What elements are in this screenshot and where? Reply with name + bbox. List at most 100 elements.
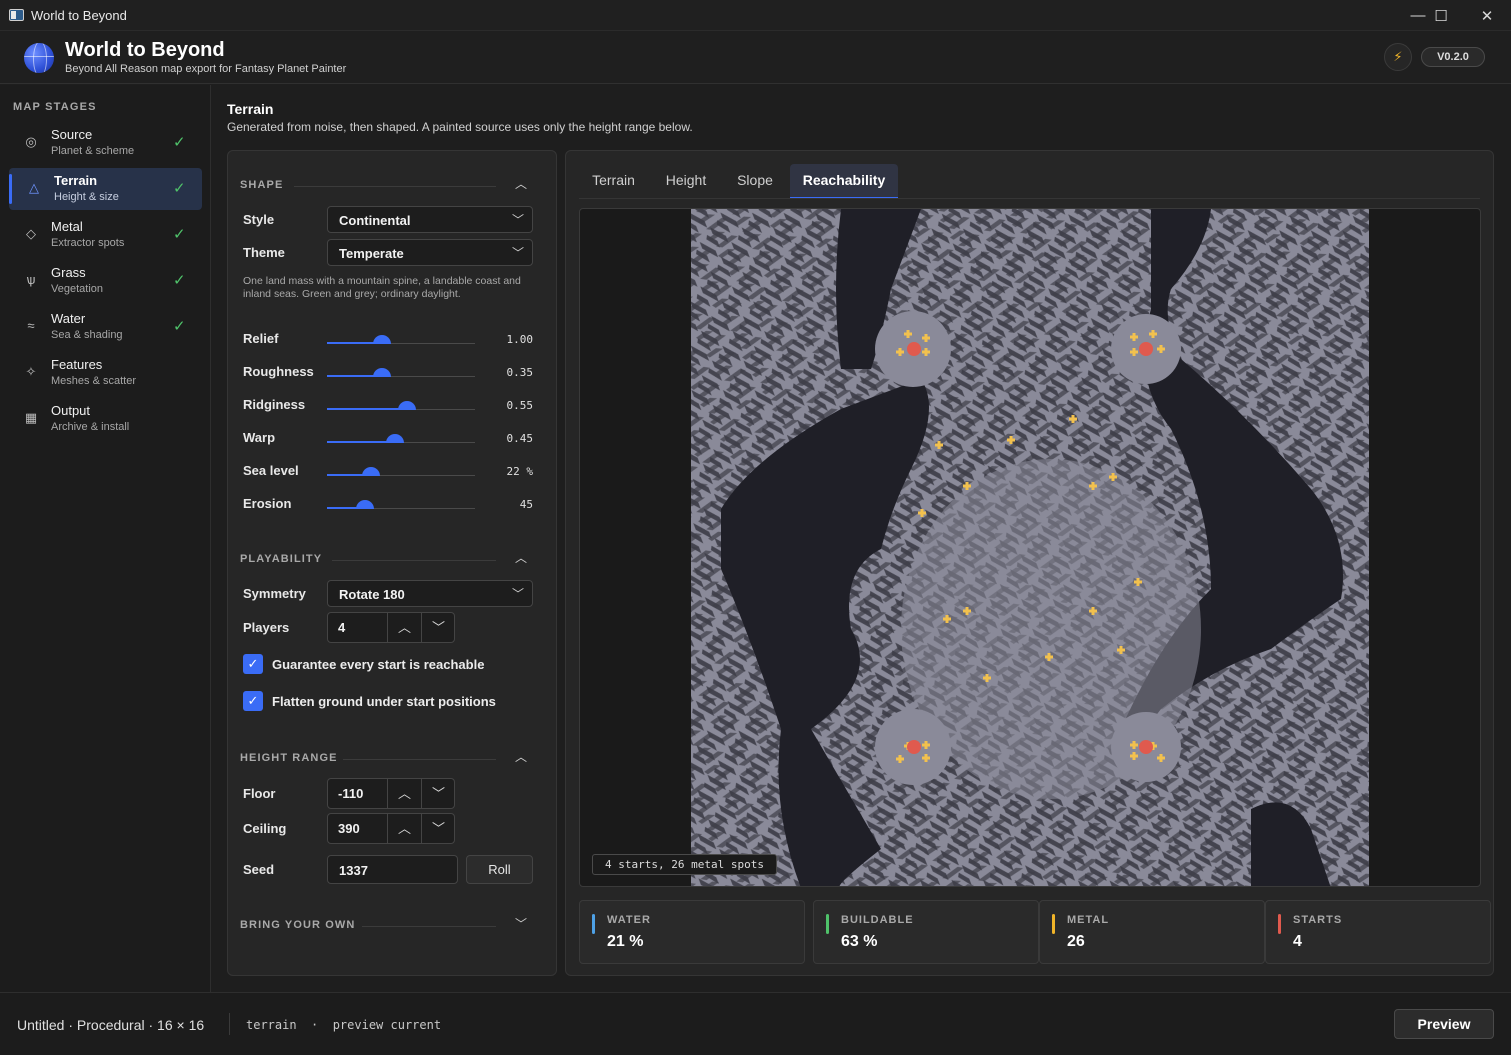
app-header: World to Beyond Beyond All Reason map ex… (0, 31, 1511, 84)
chevron-down-icon[interactable]: ﹀ (421, 814, 455, 843)
sidebar-title: MAP STAGES (13, 101, 97, 113)
ridginess-slider[interactable] (327, 401, 475, 417)
chevron-down-icon[interactable]: ﹀ (512, 915, 530, 933)
stat-metal: METAL 26 (1039, 900, 1265, 964)
theme-value: Temperate (339, 246, 404, 261)
style-description: One land mass with a mountain spine, a l… (243, 275, 521, 300)
seed-value: 1337 (339, 863, 368, 878)
stat-value: 26 (1067, 933, 1085, 950)
symmetry-select[interactable]: Rotate 180 ﹀ (327, 580, 533, 607)
floor-stepper[interactable]: -110 ︿ ﹀ (327, 778, 455, 809)
sidebar-item-label: Water (51, 311, 86, 326)
seed-input[interactable]: 1337 (327, 855, 458, 884)
sidebar-item-sub: Meshes & scatter (51, 375, 136, 387)
section-byo-header[interactable]: BRING YOUR OWN ﹀ (240, 917, 530, 933)
check-icon[interactable]: ✓ (243, 654, 263, 674)
stat-value: 4 (1293, 933, 1302, 950)
chevron-up-icon[interactable]: ︿ (512, 748, 530, 766)
chevron-down-icon[interactable]: ﹀ (421, 613, 455, 642)
relief-slider[interactable] (327, 335, 475, 351)
slider-thumb[interactable] (356, 500, 375, 509)
page-title: Terrain (227, 101, 274, 117)
sidebar-item-label: Terrain (54, 173, 98, 188)
sidebar-item-output[interactable]: ▦ Output Archive & install (9, 398, 202, 440)
section-playability-header[interactable]: PLAYABILITY ︿ (240, 551, 530, 567)
theme-select[interactable]: Temperate ﹀ (327, 239, 533, 266)
status-bar: Untitled · Procedural · 16 × 16 terrain … (0, 992, 1511, 1055)
close-icon[interactable]: ✕ (1464, 0, 1510, 31)
floor-label: Floor (243, 786, 276, 801)
slider-thumb[interactable] (397, 401, 416, 410)
section-title: SHAPE (240, 179, 284, 191)
chevron-down-icon: ﹀ (511, 213, 524, 227)
slider-thumb[interactable] (362, 467, 381, 476)
symmetry-value: Rotate 180 (339, 587, 405, 602)
stat-label: STARTS (1293, 914, 1343, 926)
tab-slope[interactable]: Slope (724, 164, 786, 199)
check-icon[interactable]: ✓ (243, 691, 263, 711)
lightning-icon[interactable]: ⚡ (1384, 43, 1412, 71)
ceiling-stepper[interactable]: 390 ︿ ﹀ (327, 813, 455, 844)
maximize-icon[interactable]: ☐ (1418, 0, 1464, 31)
status-detail: terrain · preview current (246, 1018, 442, 1032)
roughness-slider[interactable] (327, 368, 475, 384)
section-title: BRING YOUR OWN (240, 919, 356, 931)
stat-color-bar (1278, 914, 1281, 934)
sidebar-item-sub: Planet & scheme (51, 145, 135, 157)
section-height-range-header[interactable]: HEIGHT RANGE ︿ (240, 750, 530, 766)
stat-color-bar (1052, 914, 1055, 934)
players-stepper[interactable]: 4 ︿ ﹀ (327, 612, 455, 643)
slider-thumb[interactable] (386, 434, 405, 443)
sidebar-item-metal[interactable]: ◇ Metal Extractor spots ✓ (9, 214, 202, 256)
slider-thumb[interactable] (372, 335, 391, 344)
map-preview[interactable]: 4 starts, 26 metal spots (579, 208, 1481, 887)
chevron-up-icon[interactable]: ︿ (387, 814, 421, 843)
slider-thumb[interactable] (372, 368, 391, 377)
erosion-slider[interactable] (327, 500, 475, 516)
style-label: Style (243, 212, 275, 227)
sidebar-item-label: Output (51, 403, 91, 418)
checkbox-label: Guarantee every start is reachable (272, 657, 485, 672)
sidebar-item-grass[interactable]: ѱ Grass Vegetation ✓ (9, 260, 202, 302)
style-select[interactable]: Continental ﹀ (327, 206, 533, 233)
check-icon: ✓ (173, 318, 186, 335)
check-icon: ✓ (173, 134, 186, 151)
sidebar-item-terrain[interactable]: △ Terrain Height & size ✓ (9, 168, 202, 210)
stat-label: BUILDABLE (841, 914, 914, 926)
app-subtitle: Beyond All Reason map export for Fantasy… (65, 63, 347, 75)
roll-button[interactable]: Roll (466, 855, 533, 884)
status-divider (229, 1013, 230, 1035)
sea-level-slider[interactable] (327, 467, 475, 483)
sidebar-item-source[interactable]: ◎ Source Planet & scheme ✓ (9, 122, 202, 164)
stat-value: 63 % (841, 933, 878, 950)
slider-fill (327, 441, 396, 443)
page-subtitle: Generated from noise, then shaped. A pai… (227, 120, 693, 134)
sidebar-item-water[interactable]: ≈ Water Sea & shading ✓ (9, 306, 202, 348)
chevron-down-icon[interactable]: ﹀ (421, 779, 455, 808)
slider-fill (327, 408, 407, 410)
chevron-up-icon[interactable]: ︿ (512, 549, 530, 567)
check-icon: ✓ (173, 226, 186, 243)
style-value: Continental (339, 213, 411, 228)
stat-value: 21 % (607, 933, 644, 950)
chevron-up-icon[interactable]: ︿ (387, 779, 421, 808)
section-divider (362, 926, 496, 927)
tab-reachability[interactable]: Reachability (790, 164, 898, 199)
section-shape-header[interactable]: SHAPE ︿ (240, 177, 530, 193)
stat-buildable: BUILDABLE 63 % (813, 900, 1039, 964)
section-divider (294, 186, 496, 187)
slider-label-relief: Relief (243, 331, 279, 346)
tab-terrain[interactable]: Terrain (579, 164, 648, 199)
window-titlebar: World to Beyond — ☐ ✕ (0, 0, 1511, 31)
sparkle-icon: ✧ (25, 364, 37, 379)
checkbox-label: Flatten ground under start positions (272, 694, 496, 709)
chevron-up-icon[interactable]: ︿ (387, 613, 421, 642)
tab-height[interactable]: Height (651, 164, 721, 199)
chevron-up-icon[interactable]: ︿ (512, 175, 530, 193)
preview-button[interactable]: Preview (1394, 1009, 1494, 1039)
target-icon: ◎ (25, 134, 37, 149)
sidebar-item-features[interactable]: ✧ Features Meshes & scatter (9, 352, 202, 394)
reachability-map (691, 209, 1369, 886)
warp-slider[interactable] (327, 434, 475, 450)
start-position-marker (1139, 342, 1153, 356)
